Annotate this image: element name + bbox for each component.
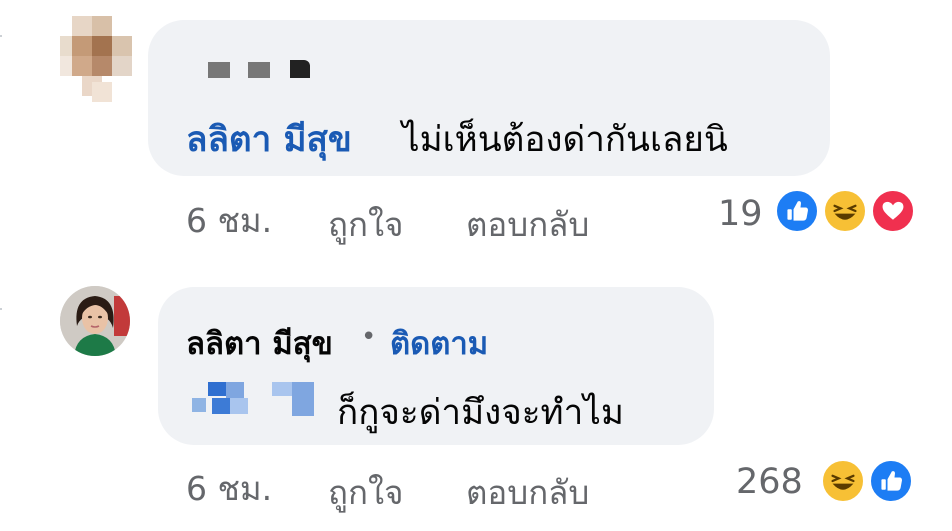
comment-author-link[interactable]: ลลิตา มีสุข	[186, 318, 333, 368]
separator-dot: •	[361, 322, 377, 352]
reaction-count[interactable]: 268	[736, 462, 803, 502]
redacted-block	[290, 60, 310, 78]
love-icon[interactable]	[870, 188, 916, 234]
haha-icon[interactable]	[820, 458, 866, 504]
reaction-count[interactable]: 19	[718, 194, 763, 234]
comment-text: ก็กูจะด่ามึงจะทำไม	[337, 393, 624, 433]
like-icon[interactable]	[774, 188, 820, 234]
reply-action[interactable]: ตอบกลับ	[466, 466, 589, 519]
avatar-blurred[interactable]	[60, 16, 132, 102]
redacted-block	[248, 62, 270, 78]
like-icon[interactable]	[868, 458, 914, 504]
like-action[interactable]: ถูกใจ	[328, 466, 403, 519]
reply-action[interactable]: ตอบกลับ	[466, 198, 589, 251]
thread-line	[0, 0, 2, 37]
follow-button[interactable]: ติดตาม	[390, 318, 488, 368]
comment-author-link[interactable]: ลลิตา มีสุข	[186, 112, 352, 167]
avatar[interactable]	[60, 286, 130, 356]
redacted-block	[208, 62, 230, 78]
comment-timestamp[interactable]: 6 ชม.	[186, 194, 272, 247]
like-action[interactable]: ถูกใจ	[328, 198, 403, 251]
thread-line	[0, 258, 2, 310]
comment-text: ไม่เห็นต้องด่ากันเลยนิ	[402, 120, 728, 160]
haha-icon[interactable]	[822, 188, 868, 234]
comment-timestamp[interactable]: 6 ชม.	[186, 462, 272, 515]
